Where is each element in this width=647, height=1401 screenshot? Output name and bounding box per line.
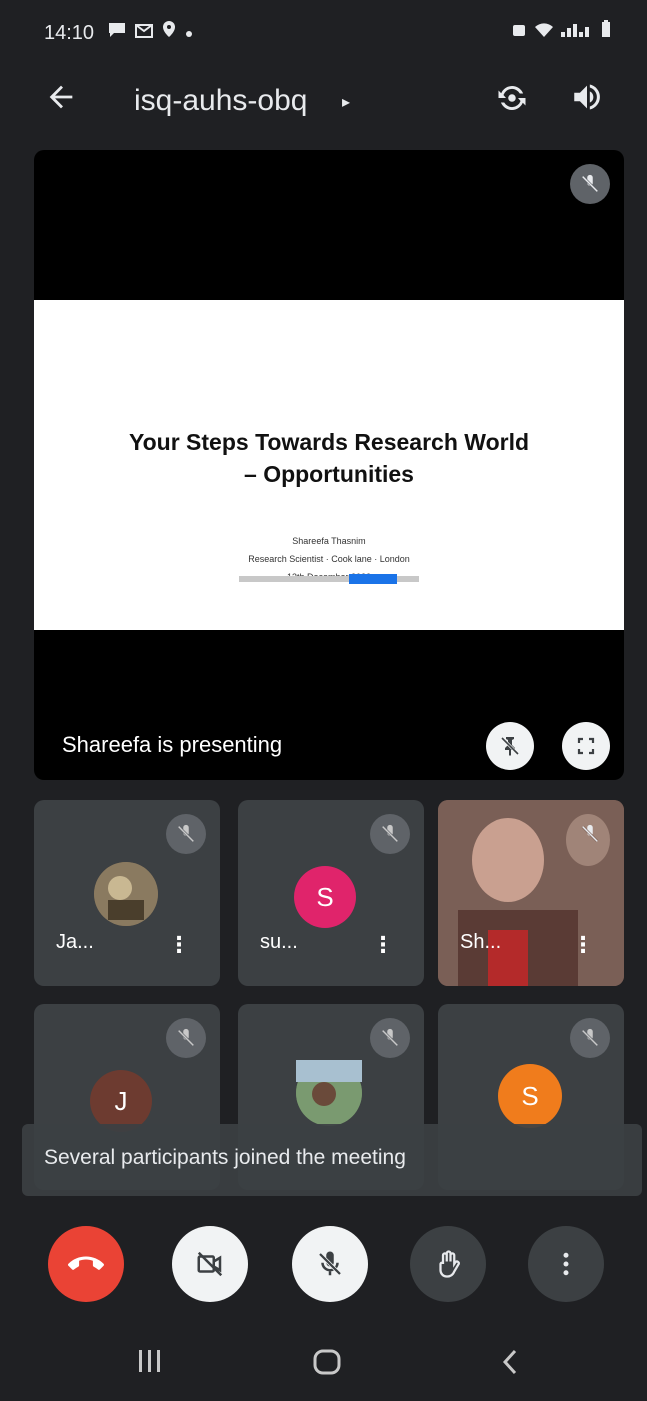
participant-tile[interactable]: Ja... ⋮ [34,800,220,986]
participant-name: Sh... [460,931,502,953]
slide-highlight-bar [239,574,419,584]
recents-icon [139,1350,160,1372]
slide-affiliation: Research Scientist · Cook lane · London [248,554,410,564]
recent-apps-button[interactable] [136,1348,164,1381]
caret-right-icon[interactable]: ▸ [342,92,350,112]
status-bar: 14:10 [0,0,647,62]
avatar-initial: S [521,1080,539,1111]
meeting-code[interactable]: isq-auhs-obq [134,84,307,118]
slide-author: Shareefa Thasnim [292,536,366,546]
mic-off-icon [177,1028,195,1047]
audio-output-button[interactable] [570,80,610,120]
status-time: 14:10 [44,22,95,44]
avatar: J [90,1070,152,1132]
presenter-mute-indicator [570,164,610,204]
meet-screen: 14:10 isq-auhs-obq ▸ Your Steps Towards … [0,0,647,1401]
mic-off-indicator [166,1018,206,1058]
avatar: S [498,1064,562,1128]
raise-hand-button[interactable] [410,1226,486,1302]
camera-off-icon [197,1251,223,1277]
mic-off-icon [177,824,195,843]
pin-off-icon [500,736,520,756]
avatar-initial: J [114,1085,128,1116]
slide-title-line1: Your Steps Towards Research World [128,429,530,455]
toggle-camera-button[interactable] [172,1226,248,1302]
mic-off-indicator [370,814,410,854]
mic-off-icon [581,1028,599,1047]
back-button[interactable] [44,80,84,120]
end-call-button[interactable] [48,1226,124,1302]
more-options-button[interactable] [528,1226,604,1302]
mic-off-icon [581,174,599,193]
mic-off-icon [581,824,599,843]
toggle-mic-button[interactable] [292,1226,368,1302]
more-options-icon[interactable]: ⋮ [572,932,594,958]
presenter-label: Shareefa is presenting [62,732,283,757]
arrow-back-icon [49,85,73,109]
mail-icon [135,24,154,38]
more-options-icon[interactable]: ⋮ [168,932,190,958]
participant-name: Ja... [56,931,94,953]
alarm-icon [512,25,525,36]
back-nav-button[interactable] [500,1348,520,1383]
wifi-icon [534,23,553,37]
mic-off-indicator [370,1018,410,1058]
presentation-view[interactable]: Your Steps Towards Research World – Oppo… [34,150,624,780]
shared-slide: Your Steps Towards Research World – Oppo… [34,300,624,630]
more-options-icon[interactable]: ⋮ [372,932,394,958]
mic-off-indicator [570,1018,610,1058]
participant-name: su... [260,931,298,953]
signal-icon [561,24,590,37]
system-icons [511,20,611,43]
notification-icons [108,20,193,43]
switch-camera-icon [498,86,526,110]
toast-text: Several participants joined the meeting [44,1146,406,1169]
fullscreen-button[interactable] [562,722,610,770]
chat-icon [109,23,125,37]
switch-camera-button[interactable] [494,80,534,120]
hand-icon [439,1250,460,1278]
fullscreen-icon [577,737,595,755]
mic-off-icon [318,1251,342,1276]
participant-tile[interactable]: S su... ⋮ [238,800,424,986]
battery-icon [602,20,610,37]
chevron-left-icon [502,1349,517,1375]
location-icon [163,21,176,37]
unpin-button[interactable] [486,722,534,770]
dot-icon [186,31,193,37]
slide-title: Your Steps Towards Research World – Oppo… [34,426,624,490]
system-nav-bar [0,1326,647,1401]
slide-title-line2: – Opportunities [244,461,414,487]
hang-up-icon [68,1256,104,1270]
avatar [94,862,158,926]
avatar [296,1060,362,1126]
participant-video-tile[interactable]: Sh... ⋮ [438,800,624,986]
mic-off-icon [381,1028,399,1047]
mic-off-indicator [166,814,206,854]
home-button[interactable] [312,1348,342,1383]
join-notification-toast: Several participants joined the meeting [22,1124,642,1196]
meeting-header: isq-auhs-obq ▸ [0,62,647,142]
more-vert-icon [563,1252,569,1276]
home-icon [313,1349,341,1375]
avatar-initial: S [316,881,334,912]
speaker-icon [574,84,600,110]
mic-off-icon [381,824,399,843]
mic-off-indicator [570,814,610,854]
avatar: S [294,866,356,928]
